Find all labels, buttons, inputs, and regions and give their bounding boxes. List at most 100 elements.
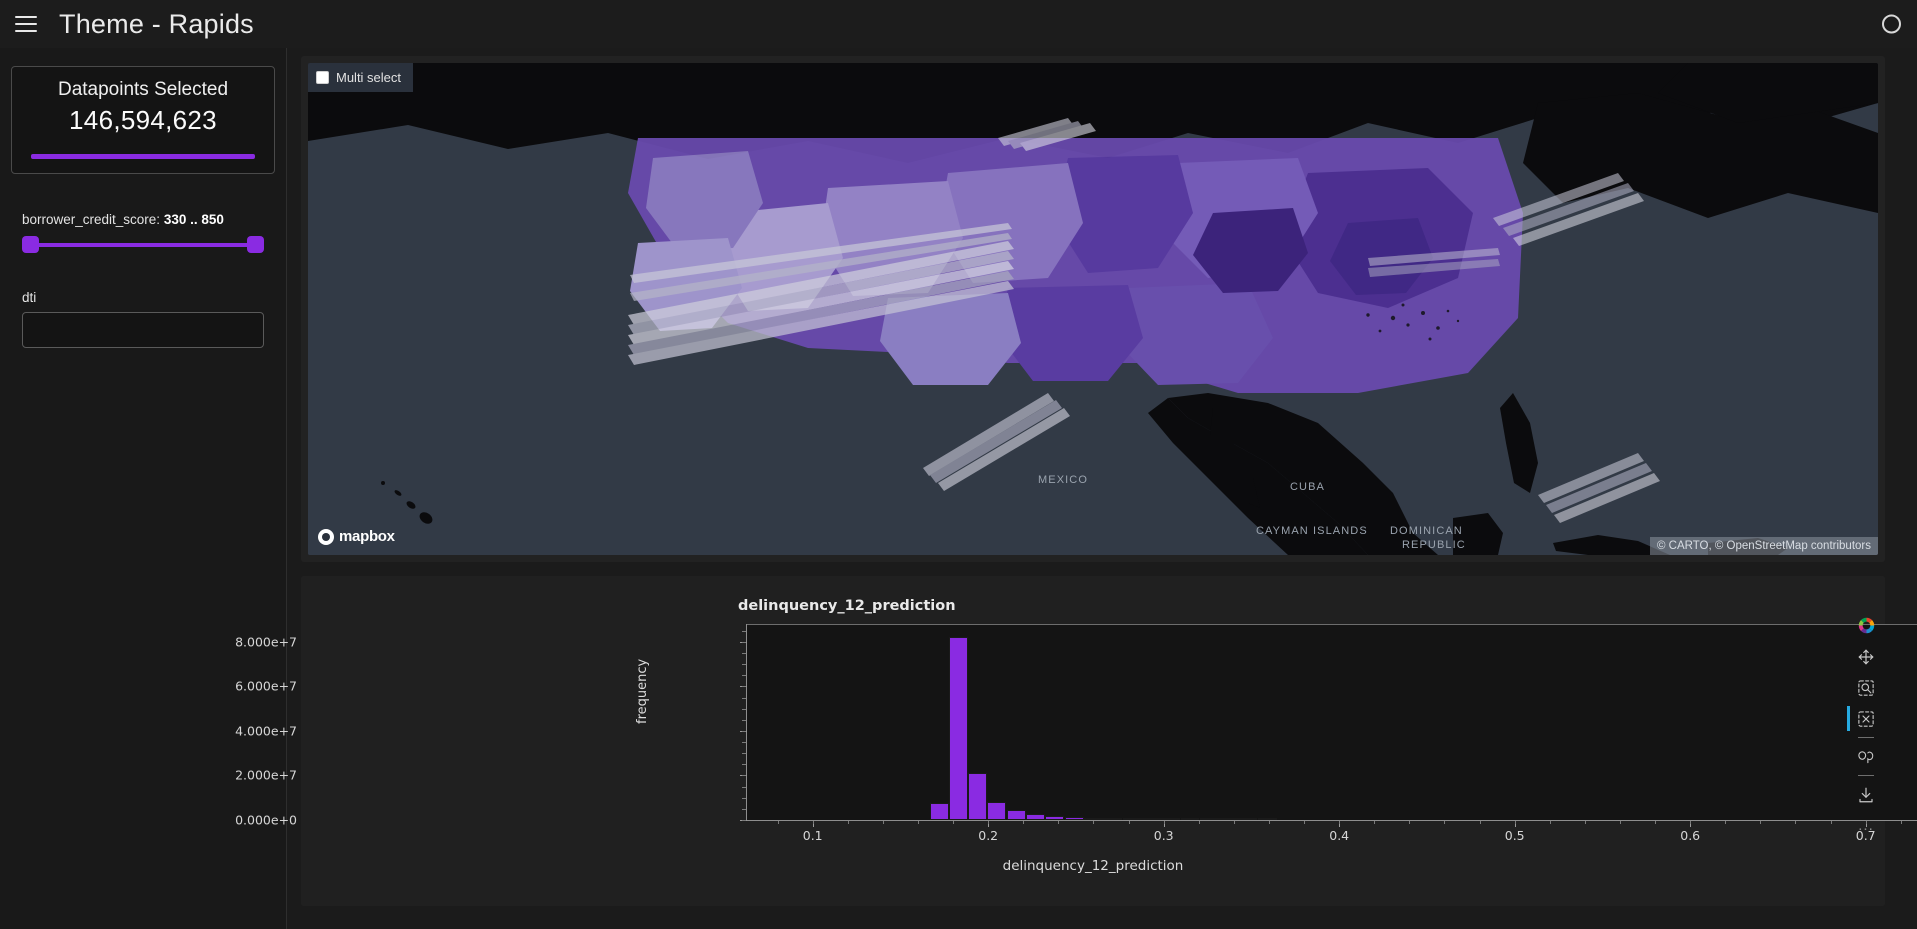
- datapoints-selected-card: Datapoints Selected 146,594,623: [11, 66, 275, 174]
- x-tick-minor: [777, 821, 779, 824]
- main-content: Multi select MEXICO CUBA CAYMAN ISLANDS …: [235, 48, 1917, 929]
- histogram-bar[interactable]: [929, 802, 949, 820]
- y-tick-label: 2.000e+7: [235, 767, 297, 783]
- app-header: Theme - Rapids: [0, 0, 1917, 48]
- credit-score-label-prefix: borrower_credit_score:: [22, 212, 164, 227]
- box-select-tool-icon[interactable]: [1847, 703, 1881, 734]
- y-tick-minor: [742, 719, 746, 721]
- y-tick-minor: [742, 808, 746, 810]
- y-axis-line: [746, 624, 747, 820]
- x-tick-minor: [1549, 821, 1551, 824]
- histogram-bar[interactable]: [948, 637, 968, 820]
- y-tick-minor: [742, 742, 746, 744]
- x-tick-minor: [1584, 821, 1586, 824]
- y-tick-minor: [742, 664, 746, 666]
- plot-frame[interactable]: [746, 624, 1917, 820]
- map-label-mexico: MEXICO: [1038, 474, 1088, 486]
- save-tool-icon[interactable]: [1851, 779, 1881, 810]
- credit-score-label: borrower_credit_score: 330 .. 850: [22, 212, 264, 227]
- pan-tool-svg: [1858, 649, 1874, 664]
- loading-ring-icon[interactable]: [1882, 14, 1901, 34]
- histogram-bar[interactable]: [968, 772, 988, 820]
- histogram-bar[interactable]: [1006, 809, 1026, 820]
- dti-input[interactable]: [22, 312, 264, 348]
- x-tick-minor: [1233, 821, 1235, 824]
- mapbox-logo[interactable]: mapbox: [318, 528, 395, 545]
- sidebar: Datapoints Selected 146,594,623 borrower…: [0, 48, 287, 929]
- map-label-dominican: DOMINICAN: [1390, 525, 1463, 537]
- x-tick-minor: [1760, 821, 1762, 824]
- y-tick-minor: [742, 686, 746, 688]
- multi-select-control[interactable]: Multi select: [308, 63, 414, 92]
- lasso-select-tool-icon[interactable]: [1851, 741, 1881, 772]
- y-tick-minor: [742, 797, 746, 799]
- y-tick-minor: [742, 764, 746, 766]
- chart-x-axis-label: delinquency_12_prediction: [1002, 858, 1184, 874]
- bokeh-logo-icon[interactable]: [1851, 610, 1881, 641]
- mapbox-wordmark: mapbox: [339, 528, 395, 545]
- x-tick-minor: [1795, 821, 1797, 824]
- x-tick-label: 0.6: [1680, 828, 1701, 843]
- map-label-cayman-islands: CAYMAN ISLANDS: [1256, 525, 1368, 537]
- map-attribution[interactable]: © CARTO, © OpenStreetMap contributors: [1649, 537, 1878, 555]
- y-tick-minor: [742, 675, 746, 677]
- x-tick-minor: [1409, 821, 1411, 824]
- x-tick-minor: [1128, 821, 1130, 824]
- slider-handle-min[interactable]: [22, 236, 39, 253]
- x-tick-minor: [1725, 821, 1727, 824]
- header-status: [1882, 14, 1901, 34]
- credit-score-range-value: 330 .. 850: [163, 212, 224, 227]
- y-tick-minor: [742, 753, 746, 755]
- x-tick-minor: [917, 821, 919, 824]
- dti-filter: dti: [0, 290, 286, 348]
- x-tick-label: 0.4: [1329, 828, 1350, 843]
- y-tick-minor: [742, 708, 746, 710]
- x-tick-minor: [1374, 821, 1376, 824]
- x-tick-minor: [1304, 821, 1306, 824]
- multi-select-checkbox[interactable]: [316, 71, 329, 84]
- credit-score-filter: borrower_credit_score: 330 .. 850: [0, 212, 286, 256]
- x-tick-minor: [988, 821, 990, 824]
- chart-title: delinquency_12_prediction: [738, 598, 956, 614]
- box-zoom-tool-icon[interactable]: [1851, 672, 1881, 703]
- y-tick-label: 4.000e+7: [235, 723, 297, 739]
- y-tick-minor: [742, 652, 746, 654]
- y-tick-label: 0.000e+0: [235, 812, 297, 828]
- x-tick-label: 0.1: [802, 828, 823, 843]
- credit-score-range-slider[interactable]: [22, 234, 264, 256]
- datapoints-selected-title: Datapoints Selected: [57, 79, 229, 100]
- x-tick-label: 0.3: [1153, 828, 1174, 843]
- hamburger-menu-icon[interactable]: [15, 16, 37, 32]
- y-tick-minor: [742, 775, 746, 777]
- datapoints-selected-value: 146,594,623: [69, 105, 217, 135]
- overflow-menu-icon[interactable]: ...: [1851, 810, 1881, 841]
- datapoints-accent-bar: [31, 154, 255, 159]
- app-root: Theme - Rapids Datapoints Selected 146,5…: [0, 0, 1917, 929]
- toolbar-separator-2: [1858, 775, 1874, 776]
- y-tick-minor: [742, 641, 746, 643]
- x-tick-minor: [1900, 821, 1902, 824]
- map-label-republic: REPUBLIC: [1402, 539, 1466, 551]
- pan-tool-icon[interactable]: [1851, 641, 1881, 672]
- y-tick-minor: [742, 630, 746, 632]
- x-tick-minor: [1163, 821, 1165, 824]
- x-tick-minor: [847, 821, 849, 824]
- x-tick-label: 0.2: [978, 828, 999, 843]
- x-tick-minor: [1093, 821, 1095, 824]
- map-label-cuba: CUBA: [1290, 481, 1325, 493]
- histogram-panel: delinquency_12_prediction frequency 0.00…: [235, 576, 1917, 906]
- histogram-bar[interactable]: [987, 801, 1007, 820]
- slider-handle-max[interactable]: [247, 236, 264, 253]
- box-zoom-tool-svg: [1858, 679, 1874, 696]
- y-tick-label: 8.000e+7: [235, 634, 297, 650]
- slider-track: [28, 243, 258, 247]
- toolbar-separator-1: [1858, 737, 1874, 738]
- x-tick-minor: [1655, 821, 1657, 824]
- bokeh-plot[interactable]: delinquency_12_prediction frequency 0.00…: [235, 576, 1917, 906]
- y-tick-minor: [742, 697, 746, 699]
- save-tool-svg: [1859, 787, 1873, 802]
- x-tick-minor: [953, 821, 955, 824]
- choropleth-map[interactable]: Multi select MEXICO CUBA CAYMAN ISLANDS …: [308, 63, 1878, 555]
- overflow-dots: ...: [1858, 816, 1874, 834]
- y-tick-minor: [742, 730, 746, 732]
